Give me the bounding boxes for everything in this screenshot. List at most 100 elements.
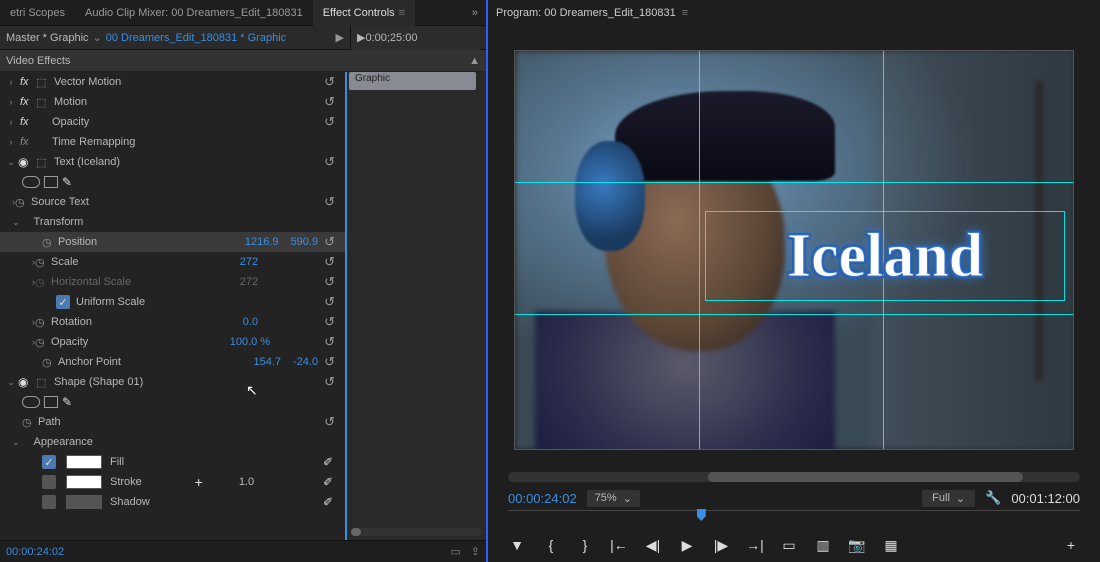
footer-share-icon[interactable]: ⇪ — [471, 545, 480, 558]
prop-source-text[interactable]: Source Text — [29, 196, 89, 208]
position-y-value[interactable]: 590.9 — [285, 236, 325, 248]
stopwatch-icon[interactable]: ◷ — [35, 256, 49, 269]
tab-audio-mixer[interactable]: Audio Clip Mixer: 00 Dreamers_Edit_18083… — [75, 0, 313, 26]
text-bounding-box[interactable]: Iceland — [705, 211, 1065, 301]
pen-icon[interactable]: ✎ — [62, 175, 72, 189]
monitor-scrub-bar[interactable] — [508, 472, 1080, 482]
tab-program[interactable]: Program: 00 Dreamers_Edit_180831 ≡ — [496, 7, 688, 19]
fill-swatch[interactable] — [66, 455, 102, 469]
footer-icon-1[interactable]: ▭ — [450, 545, 460, 558]
eyedropper-icon[interactable]: ✐ — [323, 455, 333, 469]
reset-icon[interactable]: ↺ — [324, 294, 335, 310]
wrench-settings-icon[interactable]: 🔧 — [985, 490, 1001, 506]
twirl-icon[interactable]: › — [4, 277, 35, 287]
export-frame-icon[interactable]: 📷 — [848, 537, 866, 554]
tab-lumetri[interactable]: etri Scopes — [0, 0, 75, 26]
anchor-y-value[interactable]: -24.0 — [287, 356, 324, 368]
group-appearance[interactable]: Appearance — [20, 436, 93, 448]
mini-scrollbar[interactable] — [351, 528, 482, 536]
scale-value[interactable]: 272 — [234, 256, 264, 268]
reset-icon[interactable]: ↺ — [324, 274, 335, 290]
twirl-icon[interactable]: › — [4, 137, 18, 147]
play-icon[interactable]: ▶ — [678, 537, 696, 554]
shadow-checkbox[interactable] — [42, 495, 56, 509]
eye-icon[interactable]: ◉ — [18, 375, 36, 389]
reset-icon[interactable]: ↺ — [324, 154, 335, 170]
clip-link[interactable]: 00 Dreamers_Edit_180831 * Graphic — [106, 32, 286, 44]
twirl-icon[interactable]: › — [4, 337, 35, 347]
effect-time-remapping[interactable]: Time Remapping — [36, 136, 135, 148]
fx-badge-icon[interactable]: fx — [18, 136, 36, 148]
ellipse-mask-icon[interactable] — [22, 396, 40, 408]
reset-icon[interactable]: ↺ — [324, 354, 335, 370]
reset-icon[interactable]: ↺ — [324, 374, 335, 390]
stopwatch-icon[interactable]: ◷ — [42, 356, 56, 369]
ellipse-mask-icon[interactable] — [22, 176, 40, 188]
step-back-icon[interactable]: ◀| — [644, 537, 662, 554]
twirl-icon[interactable]: › — [4, 317, 35, 327]
panel-menu-icon[interactable]: ≡ — [682, 7, 688, 19]
resolution-select[interactable]: Full⌄ — [922, 490, 975, 507]
playhead-icon[interactable] — [697, 509, 706, 521]
stopwatch-icon[interactable]: ◷ — [35, 316, 49, 329]
current-timecode[interactable]: 00:00:24:02 — [508, 491, 577, 506]
twirl-open-icon[interactable]: ⌄ — [4, 157, 18, 168]
graphic-clip-chip[interactable]: Graphic — [349, 72, 476, 90]
stroke-width-value[interactable]: 1.0 — [233, 476, 260, 488]
add-stroke-icon[interactable]: + — [195, 474, 203, 490]
prop-position[interactable]: Position — [56, 236, 97, 248]
step-forward-icon[interactable]: |▶ — [712, 537, 730, 554]
stroke-checkbox[interactable] — [42, 475, 56, 489]
stopwatch-icon[interactable]: ◷ — [15, 196, 29, 209]
eye-icon[interactable]: ◉ — [18, 155, 36, 169]
reset-icon[interactable]: ↺ — [324, 234, 335, 250]
tab-effect-controls[interactable]: Effect Controls ≡ — [313, 0, 415, 26]
reset-icon[interactable]: ↺ — [324, 114, 335, 130]
fx-badge-icon[interactable]: fx — [18, 76, 36, 88]
lift-icon[interactable]: ▭ — [780, 537, 798, 554]
collapse-icon[interactable]: ▲ — [469, 55, 480, 67]
stopwatch-icon[interactable]: ◷ — [22, 416, 36, 429]
effect-motion[interactable]: Motion — [52, 96, 87, 108]
group-transform[interactable]: Transform — [20, 216, 84, 228]
fx-badge-icon[interactable]: fx — [18, 96, 36, 108]
fill-checkbox[interactable]: ✓ — [42, 455, 56, 469]
position-x-value[interactable]: 1216.9 — [239, 236, 285, 248]
panel-menu-icon[interactable]: ≡ — [399, 7, 405, 19]
uniform-scale-checkbox[interactable]: ✓ — [56, 295, 70, 309]
effects-mini-timeline[interactable]: Graphic — [345, 72, 486, 540]
twirl-icon[interactable]: › — [4, 77, 18, 87]
rotation-value[interactable]: 0.0 — [237, 316, 264, 328]
stroke-swatch[interactable] — [66, 475, 102, 489]
chevron-down-icon[interactable]: ⌄ — [93, 31, 102, 44]
layer-shape[interactable]: Shape (Shape 01) — [52, 376, 143, 388]
program-time-ruler[interactable] — [508, 510, 1080, 528]
program-monitor[interactable]: Iceland — [514, 50, 1074, 450]
prop-anchor-point[interactable]: Anchor Point — [56, 356, 121, 368]
play-arrow-icon[interactable]: ▶ — [336, 31, 344, 44]
mark-out-icon[interactable]: } — [576, 537, 594, 553]
expand-right-icon[interactable]: » — [464, 7, 486, 19]
twirl-icon[interactable]: › — [4, 257, 35, 267]
reset-icon[interactable]: ↺ — [324, 414, 335, 430]
extract-icon[interactable]: ▥ — [814, 537, 832, 554]
twirl-icon[interactable]: › — [4, 97, 18, 107]
reset-icon[interactable]: ↺ — [324, 194, 335, 210]
stopwatch-icon[interactable]: ◷ — [42, 236, 56, 249]
reset-icon[interactable]: ↺ — [324, 94, 335, 110]
zoom-select[interactable]: 75%⌄ — [587, 490, 640, 507]
layer-text[interactable]: Text (Iceland) — [52, 156, 120, 168]
reset-icon[interactable]: ↺ — [324, 334, 335, 350]
eyedropper-icon[interactable]: ✐ — [323, 475, 333, 489]
prop-opacity[interactable]: Opacity — [49, 336, 88, 348]
reset-icon[interactable]: ↺ — [324, 254, 335, 270]
eyedropper-icon[interactable]: ✐ — [323, 495, 333, 509]
go-to-in-icon[interactable]: |← — [610, 537, 628, 553]
twirl-open-icon[interactable]: ⌄ — [4, 377, 18, 388]
footer-timecode[interactable]: 00:00:24:02 — [6, 546, 64, 558]
button-editor-icon[interactable]: + — [1062, 537, 1080, 553]
reset-icon[interactable]: ↺ — [324, 314, 335, 330]
pen-icon[interactable]: ✎ — [62, 395, 72, 409]
effect-vector-motion[interactable]: Vector Motion — [52, 76, 121, 88]
effect-opacity[interactable]: Opacity — [36, 116, 89, 128]
